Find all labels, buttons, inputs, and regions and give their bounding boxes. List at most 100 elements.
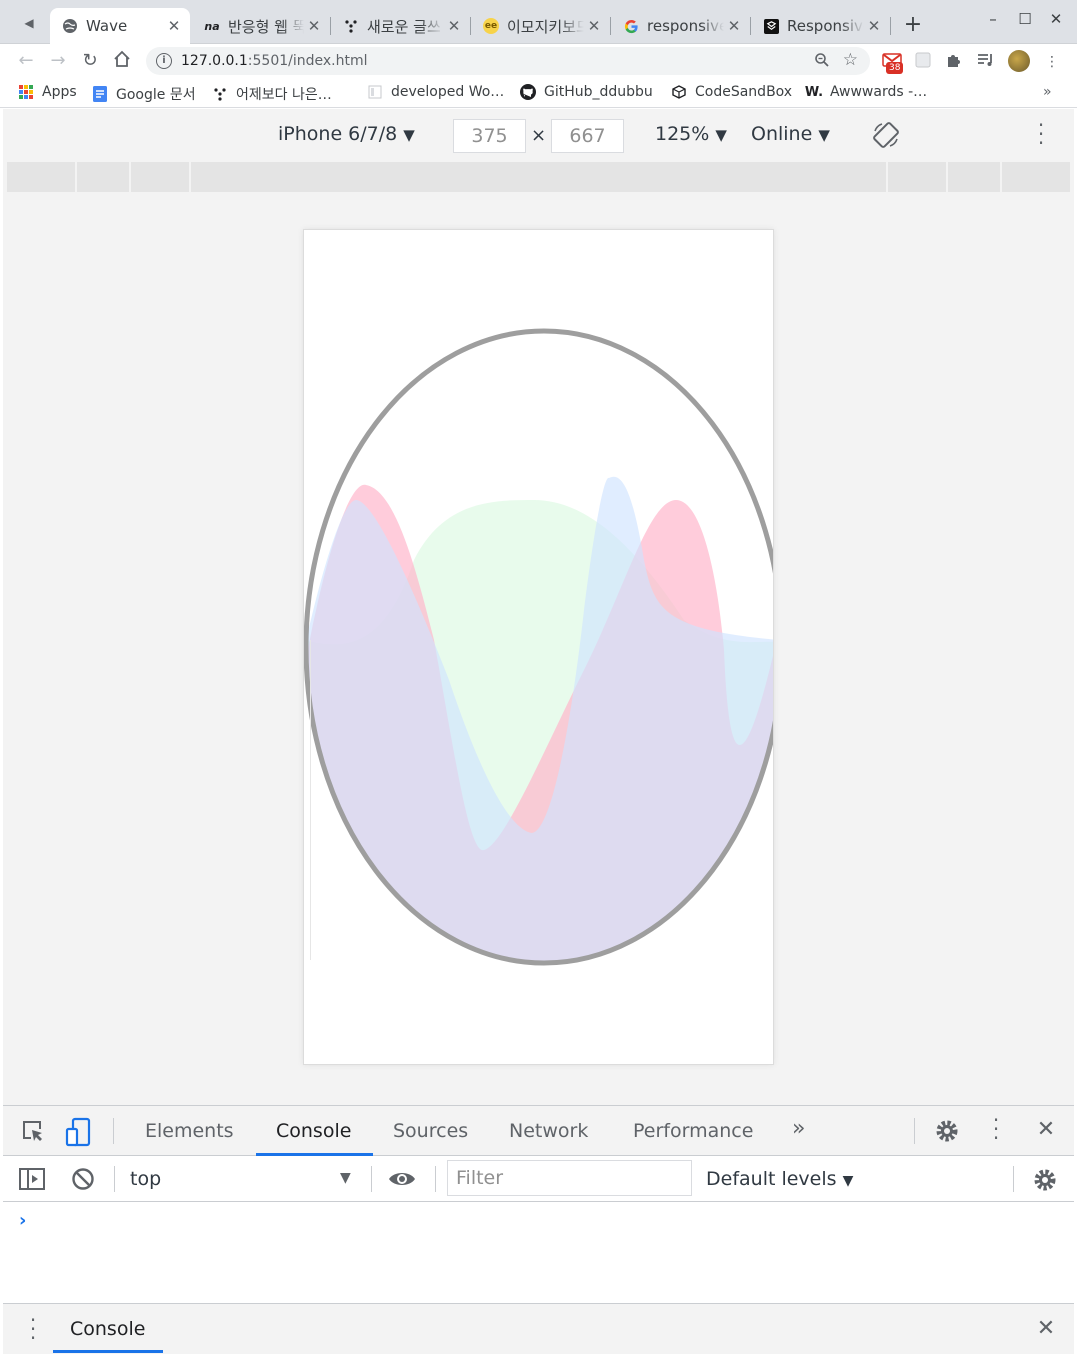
tab-new-post[interactable]: 새로운 글쓰 ✕ — [331, 8, 470, 44]
bookmark-awwwards[interactable]: W. Awwwards -… — [805, 84, 927, 100]
tab-title: responsive — [647, 17, 724, 35]
profile-avatar[interactable] — [1008, 50, 1030, 72]
media-query-divider — [75, 162, 77, 192]
toolbar-divider — [435, 1166, 436, 1192]
console-prompt-chevron-icon[interactable]: › — [19, 1210, 26, 1231]
inspect-element-icon[interactable] — [19, 1118, 47, 1146]
tab-elements[interactable]: Elements — [145, 1120, 234, 1142]
close-tab-icon[interactable]: ✕ — [164, 17, 184, 35]
console-toolbar: top ▼ Filter Default levels ▼ — [3, 1156, 1074, 1202]
mail-count-badge: 38 — [886, 62, 904, 74]
tab-title: 새로운 글쓰 — [367, 17, 441, 36]
tab-console[interactable]: Console — [276, 1120, 351, 1142]
tab-network[interactable]: Network — [509, 1120, 588, 1142]
minimize-icon[interactable]: – — [980, 10, 1006, 28]
bookmark-better-than-yesterday[interactable]: 어제보다 나은… — [212, 84, 332, 104]
dropdown-arrow-icon[interactable]: ▼ — [340, 1170, 351, 1186]
window-close-icon[interactable]: ✕ — [1043, 10, 1069, 28]
close-tab-icon[interactable]: ✕ — [864, 17, 884, 35]
dimension-separator: × — [531, 125, 547, 146]
globe-icon — [62, 18, 78, 34]
codesandbox-icon — [671, 84, 687, 100]
close-tab-icon[interactable]: ✕ — [444, 17, 464, 35]
tab-performance[interactable]: Performance — [633, 1120, 753, 1142]
log-levels-select[interactable]: Default levels ▼ — [706, 1168, 853, 1190]
tab-title: Wave — [86, 17, 128, 35]
drawer-menu-icon[interactable]: · · · — [25, 1310, 41, 1348]
emulated-device-screen — [303, 229, 774, 1065]
bookmarks-overflow-icon[interactable]: » — [1043, 84, 1052, 100]
dots-favicon-icon — [212, 86, 228, 102]
live-expression-eye-icon[interactable] — [387, 1168, 417, 1190]
media-query-divider — [886, 162, 888, 192]
drawer-active-indicator — [53, 1350, 163, 1353]
bookmark-google-docs[interactable]: Google 문서 — [92, 84, 196, 104]
close-drawer-icon[interactable]: ✕ — [1033, 1316, 1059, 1341]
maximize-icon[interactable]: ☐ — [1012, 10, 1038, 28]
back-icon[interactable]: ← — [14, 50, 38, 72]
tab-google-responsive[interactable]: responsive ✕ — [611, 8, 750, 44]
ee-favicon-icon: ee — [483, 18, 499, 34]
extensions-puzzle-icon[interactable] — [944, 52, 964, 72]
bookmark-label: Google 문서 — [116, 87, 196, 103]
devtools-panel: Elements Console Sources Network Perform… — [3, 1105, 1074, 1354]
dropdown-arrow-icon: ▼ — [842, 1173, 854, 1189]
zoom-select[interactable]: 125% ▼ — [655, 123, 727, 145]
codepen-icon — [763, 18, 779, 34]
reload-icon[interactable]: ↻ — [78, 50, 102, 72]
device-height-input[interactable]: 667 — [551, 119, 624, 153]
na-favicon-icon: na — [204, 19, 220, 33]
close-tab-icon[interactable]: ✕ — [724, 17, 744, 35]
dropdown-arrow-icon: ▼ — [818, 126, 830, 144]
toolbar-divider — [1013, 1166, 1014, 1192]
bookmark-apps[interactable]: Apps — [18, 84, 77, 100]
bookmark-star-icon[interactable]: ☆ — [843, 50, 858, 70]
address-bar[interactable]: i 127.0.0.1:5501/index.html ☆ — [146, 47, 870, 75]
new-tab-plus-icon[interactable]: + — [900, 12, 926, 38]
console-settings-gear-icon[interactable] — [1031, 1167, 1059, 1195]
throttle-select[interactable]: Online ▼ — [751, 123, 830, 145]
close-tab-icon[interactable]: ✕ — [304, 17, 324, 35]
bookmark-developed-wo[interactable]: developed Wo… — [367, 84, 504, 100]
clear-console-icon[interactable] — [70, 1167, 96, 1193]
context-select[interactable]: top — [130, 1168, 161, 1190]
device-width-input[interactable]: 375 — [453, 119, 526, 153]
browser-toolbar: ← → ↻ i 127.0.0.1:5501/index.html ☆ ⋮ — [0, 44, 1077, 78]
extension-blank-icon[interactable] — [913, 52, 933, 72]
media-control-icon[interactable] — [976, 52, 996, 72]
device-select[interactable]: iPhone 6/7/8 ▼ — [278, 123, 415, 145]
tab-audio-icon[interactable]: ◀︎ — [14, 10, 44, 36]
tab-strip: ◀︎ Wave ✕ na 반응형 웹 뚝 ✕ 새로운 글쓰 ✕ ee 이모지키보… — [0, 0, 1077, 44]
bookmark-label: 어제보다 나은… — [236, 87, 332, 103]
close-devtools-icon[interactable]: ✕ — [1033, 1117, 1059, 1142]
google-icon — [623, 18, 639, 34]
forward-icon[interactable]: → — [46, 50, 70, 72]
home-icon[interactable] — [110, 50, 134, 72]
zoom-icon[interactable] — [814, 52, 830, 72]
tab-emoji-keyboard[interactable]: ee 이모지키보드 ✕ — [471, 8, 610, 44]
settings-gear-icon[interactable] — [933, 1118, 961, 1146]
more-tabs-icon[interactable]: » — [792, 1116, 805, 1141]
rotate-icon[interactable] — [873, 122, 899, 148]
bookmark-github[interactable]: GitHub_ddubbu — [520, 84, 653, 100]
close-tab-icon[interactable]: ✕ — [584, 17, 604, 35]
devtools-tabbar: Elements Console Sources Network Perform… — [3, 1106, 1074, 1156]
devtools-menu-icon[interactable]: · · · — [988, 1110, 1004, 1148]
bookmark-label: CodeSandBox — [695, 84, 793, 100]
device-toolbar-menu-icon[interactable]: · · · — [1033, 115, 1049, 153]
drawer-tab-console[interactable]: Console — [70, 1318, 145, 1340]
console-filter-input[interactable]: Filter — [447, 1160, 692, 1196]
tab-responsive-web[interactable]: na 반응형 웹 뚝 ✕ — [192, 8, 330, 44]
tab-responsive-codepen[interactable]: Responsive ✕ — [751, 8, 890, 44]
dots-favicon-icon — [343, 18, 359, 34]
bookmark-codesandbox[interactable]: CodeSandBox — [671, 84, 792, 100]
sidebar-toggle-icon[interactable] — [18, 1167, 46, 1191]
device-toggle-icon[interactable] — [65, 1117, 93, 1147]
tab-sources[interactable]: Sources — [393, 1120, 468, 1142]
media-query-bar[interactable] — [7, 162, 1070, 192]
apps-grid-icon — [18, 84, 34, 100]
tab-wave[interactable]: Wave ✕ — [50, 8, 190, 44]
site-info-icon[interactable]: i — [156, 53, 172, 69]
browser-menu-icon[interactable]: ⋮ — [1042, 52, 1062, 72]
toolbar-divider — [371, 1166, 372, 1192]
